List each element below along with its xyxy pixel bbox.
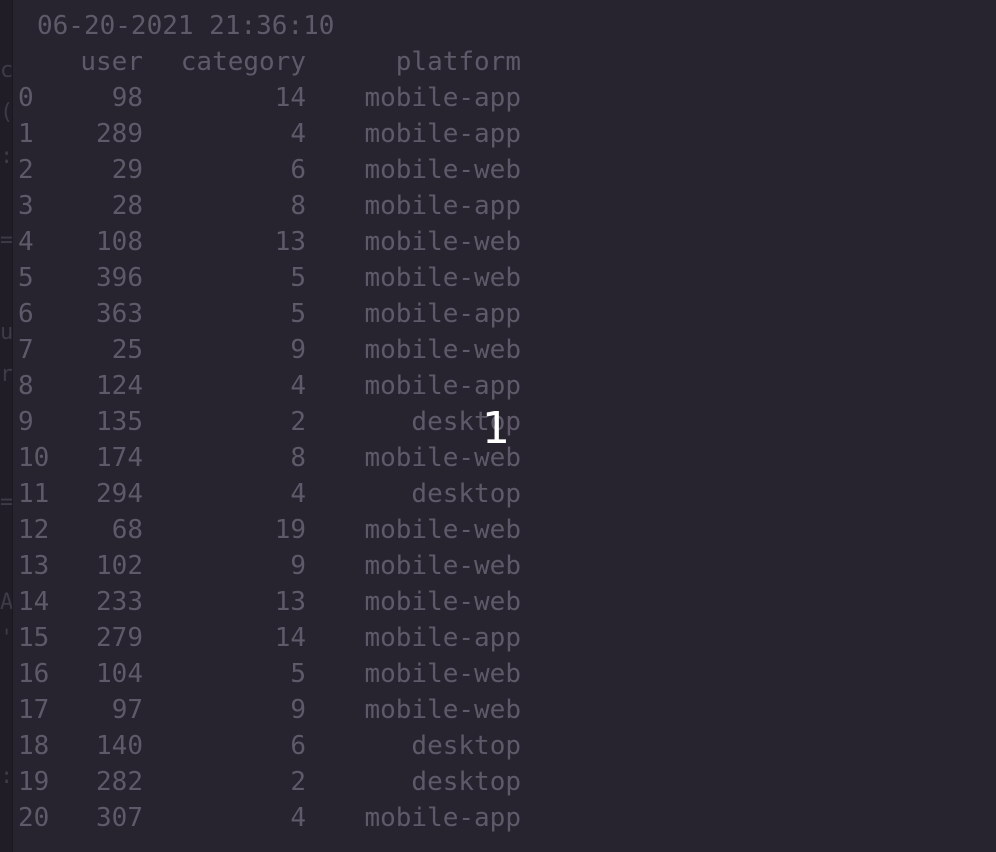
cell-platform: mobile-app [364, 623, 521, 653]
cell-platform: mobile-app [364, 371, 521, 401]
cell-platform: mobile-web [364, 227, 521, 257]
cell-platform: mobile-web [364, 263, 521, 293]
cell-platform: mobile-web [364, 515, 521, 545]
cell-platform: mobile-app [364, 83, 521, 113]
cell-platform: desktop [411, 731, 521, 761]
cell-platform: desktop [411, 767, 521, 797]
table-header: user category platform [18, 44, 521, 80]
column-header-platform: platform [395, 47, 521, 77]
cell-platform: mobile-web [364, 443, 521, 473]
cell-platform: mobile-app [364, 119, 521, 149]
overlay-number: 1 [482, 403, 510, 454]
cell-platform: mobile-app [364, 191, 521, 221]
cell-platform: mobile-web [364, 155, 521, 185]
cell-platform: mobile-app [364, 803, 521, 833]
cell-platform: desktop [411, 479, 521, 509]
cell-platform: mobile-web [364, 335, 521, 365]
cell-platform: desktop [411, 407, 521, 437]
cell-platform: mobile-web [364, 659, 521, 689]
cell-platform: mobile-web [364, 587, 521, 617]
cell-platform: mobile-web [364, 551, 521, 581]
timestamp: 06-20-2021 21:36:10 [37, 11, 335, 41]
cell-platform: mobile-app [364, 299, 521, 329]
cell-platform: mobile-web [364, 695, 521, 725]
